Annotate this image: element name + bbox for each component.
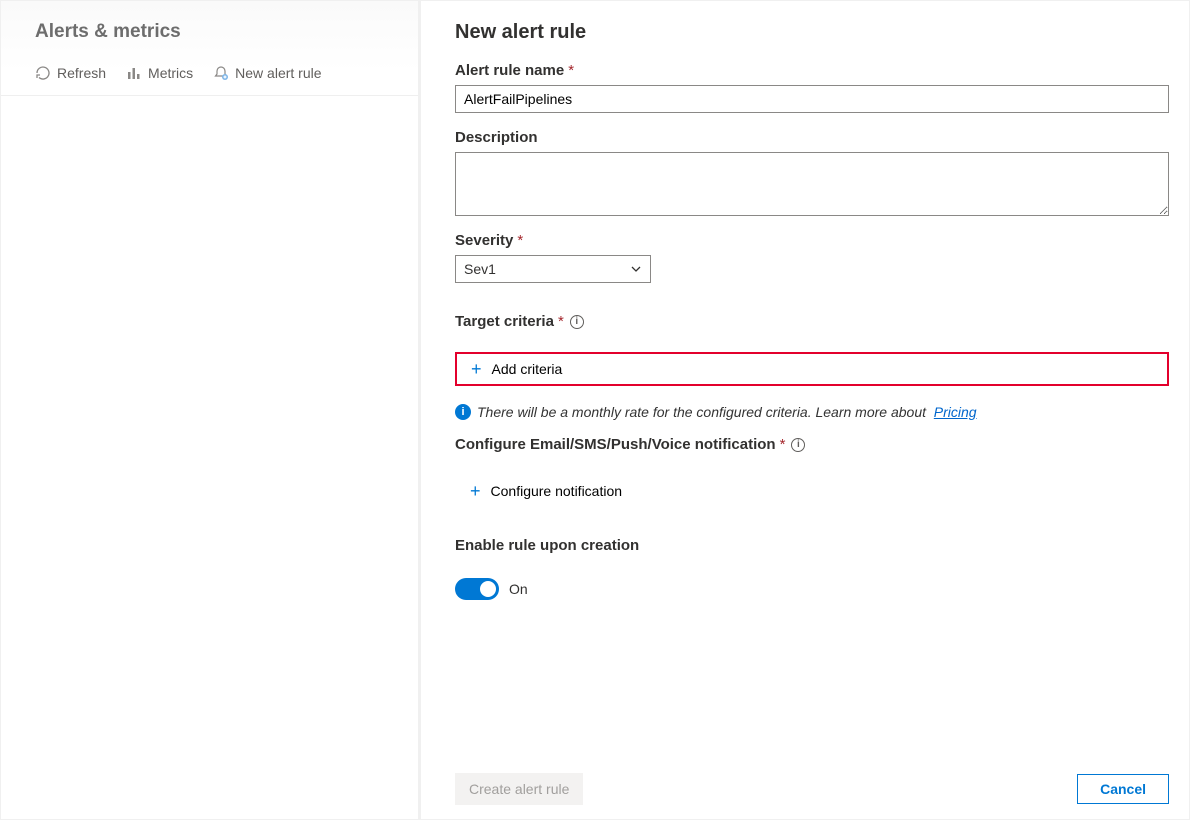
toggle-knob (480, 581, 496, 597)
info-icon[interactable]: i (791, 438, 805, 452)
page-title: New alert rule (455, 21, 1169, 44)
app-root: Alerts & metrics Refresh Metrics New ale… (0, 0, 1190, 820)
alert-icon (213, 65, 229, 81)
required-asterisk: * (558, 313, 564, 330)
left-toolbar: Refresh Metrics New alert rule (1, 43, 418, 96)
enable-rule-label-text: Enable rule upon creation (455, 537, 639, 554)
enable-toggle-row: On (455, 578, 1169, 600)
new-alert-rule-button[interactable]: New alert rule (213, 65, 321, 81)
target-criteria-label: Target criteria * i (455, 313, 1169, 330)
configure-notification-button[interactable]: + Configure notification (455, 475, 1169, 507)
severity-label: Severity * (455, 232, 1169, 249)
right-panel: New alert rule Alert rule name * Descrip… (421, 1, 1189, 819)
severity-label-text: Severity (455, 232, 513, 249)
description-label: Description (455, 129, 1169, 146)
info-icon[interactable]: i (570, 315, 584, 329)
target-criteria-label-text: Target criteria (455, 313, 554, 330)
pricing-link[interactable]: Pricing (934, 404, 977, 420)
metrics-icon (126, 65, 142, 81)
name-label-text: Alert rule name (455, 62, 564, 79)
description-label-text: Description (455, 129, 538, 146)
create-alert-rule-button: Create alert rule (455, 773, 583, 805)
enable-toggle[interactable] (455, 578, 499, 600)
pricing-info-text: There will be a monthly rate for the con… (477, 404, 926, 420)
required-asterisk: * (568, 62, 574, 79)
pricing-info-line: i There will be a monthly rate for the c… (455, 404, 1169, 420)
cancel-button[interactable]: Cancel (1077, 774, 1169, 804)
toggle-state-label: On (509, 581, 528, 597)
metrics-button[interactable]: Metrics (126, 65, 193, 81)
new-alert-rule-label: New alert rule (235, 65, 321, 81)
notification-label-text: Configure Email/SMS/Push/Voice notificat… (455, 436, 776, 453)
refresh-label: Refresh (57, 65, 106, 81)
severity-value: Sev1 (464, 261, 496, 277)
enable-rule-label: Enable rule upon creation (455, 537, 1169, 554)
refresh-icon (35, 65, 51, 81)
refresh-button[interactable]: Refresh (35, 65, 106, 81)
left-panel-title: Alerts & metrics (1, 1, 418, 43)
configure-notification-label: Configure notification (491, 483, 623, 499)
add-criteria-label: Add criteria (492, 361, 563, 377)
severity-select[interactable]: Sev1 (455, 255, 651, 283)
plus-icon: + (471, 360, 482, 378)
required-asterisk: * (780, 436, 786, 453)
required-asterisk: * (517, 232, 523, 249)
left-panel: Alerts & metrics Refresh Metrics New ale… (1, 1, 421, 819)
name-label: Alert rule name * (455, 62, 1169, 79)
add-criteria-button[interactable]: + Add criteria (455, 352, 1169, 386)
alert-rule-name-input[interactable] (455, 85, 1169, 113)
footer: Create alert rule Cancel (455, 759, 1169, 819)
metrics-label: Metrics (148, 65, 193, 81)
description-input[interactable] (455, 152, 1169, 216)
chevron-down-icon (630, 263, 642, 275)
info-solid-icon: i (455, 404, 471, 420)
plus-icon: + (470, 482, 481, 500)
notification-label: Configure Email/SMS/Push/Voice notificat… (455, 436, 1169, 453)
